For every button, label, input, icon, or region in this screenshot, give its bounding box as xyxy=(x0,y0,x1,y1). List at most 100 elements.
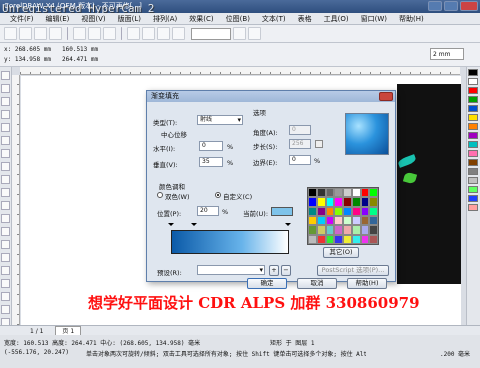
dialog-swatch[interactable] xyxy=(351,197,361,207)
dialog-swatch[interactable] xyxy=(369,188,378,198)
width-value[interactable]: 160.513 mm xyxy=(62,46,98,53)
others-button[interactable]: 其它(O) xyxy=(323,247,359,258)
maximize-button[interactable] xyxy=(444,1,458,11)
gradient-bar[interactable] xyxy=(171,230,289,254)
menu-item[interactable]: 视图(V) xyxy=(75,14,111,24)
dialog-swatch[interactable] xyxy=(360,206,370,216)
menu-item[interactable]: 编辑(E) xyxy=(40,14,76,24)
dialog-swatch[interactable] xyxy=(360,225,370,235)
palette-swatch[interactable] xyxy=(468,186,478,193)
tool-icon[interactable] xyxy=(1,305,10,314)
tool-icon[interactable] xyxy=(1,123,10,132)
dialog-swatch[interactable] xyxy=(325,197,335,207)
dialog-swatch[interactable] xyxy=(360,188,370,198)
height-value[interactable]: 264.471 mm xyxy=(62,56,98,63)
dialog-swatch[interactable] xyxy=(334,197,343,207)
dialog-color-grid[interactable] xyxy=(307,187,379,245)
open-file-icon[interactable] xyxy=(19,27,32,40)
menu-item[interactable]: 窗口(W) xyxy=(355,14,393,24)
dialog-swatch[interactable] xyxy=(351,215,361,226)
two-color-radio[interactable] xyxy=(157,192,163,198)
dialog-swatch[interactable] xyxy=(325,234,335,244)
palette-swatch[interactable] xyxy=(468,123,478,130)
lock-icon[interactable] xyxy=(315,140,323,148)
menu-item[interactable]: 效果(C) xyxy=(183,14,219,24)
dialog-swatch[interactable] xyxy=(308,215,317,226)
palette-swatch[interactable] xyxy=(468,96,478,103)
tool-icon[interactable] xyxy=(1,136,10,145)
dialog-swatch[interactable] xyxy=(308,234,317,244)
palette-swatch[interactable] xyxy=(468,105,478,112)
print-icon[interactable] xyxy=(49,27,62,40)
tool-icon[interactable] xyxy=(1,279,10,288)
menu-item[interactable]: 文本(T) xyxy=(256,14,292,24)
dialog-swatch[interactable] xyxy=(316,188,326,198)
vertical-field[interactable]: 35 xyxy=(199,157,223,167)
help-button[interactable]: 帮助(H) xyxy=(347,278,387,289)
dialog-swatch[interactable] xyxy=(343,234,352,244)
tool-icon[interactable] xyxy=(1,201,10,210)
new-file-icon[interactable] xyxy=(4,27,17,40)
close-button[interactable] xyxy=(460,1,478,11)
angle-field[interactable]: 0 xyxy=(289,125,311,135)
dialog-swatch[interactable] xyxy=(325,215,335,226)
dialog-swatch[interactable] xyxy=(369,197,378,207)
minimize-button[interactable] xyxy=(428,1,442,11)
dialog-swatch[interactable] xyxy=(316,215,326,226)
zoom-select[interactable] xyxy=(191,27,231,40)
tool-icon[interactable] xyxy=(1,110,10,119)
dialog-swatch[interactable] xyxy=(325,206,335,216)
tool-icon[interactable] xyxy=(1,227,10,236)
add-preset-button[interactable]: + xyxy=(269,265,279,276)
menu-item[interactable]: 表格 xyxy=(292,14,318,24)
tool-icon[interactable] xyxy=(1,84,10,93)
dialog-swatch[interactable] xyxy=(343,225,352,235)
dialog-swatch[interactable] xyxy=(343,215,352,226)
dialog-swatch[interactable] xyxy=(316,206,326,216)
palette-swatch[interactable] xyxy=(468,168,478,175)
x-position[interactable]: x: 268.605 mm xyxy=(4,46,51,53)
tool-icon[interactable] xyxy=(1,214,10,223)
tool-icon[interactable] xyxy=(1,188,10,197)
dialog-swatch[interactable] xyxy=(308,188,317,198)
palette-swatch[interactable] xyxy=(468,141,478,148)
dialog-swatch[interactable] xyxy=(334,206,343,216)
palette-swatch[interactable] xyxy=(468,159,478,166)
tool-icon[interactable] xyxy=(1,162,10,171)
type-select[interactable]: 射线 xyxy=(197,115,243,125)
dialog-swatch[interactable] xyxy=(351,225,361,235)
palette-swatch[interactable] xyxy=(468,150,478,157)
dialog-swatch[interactable] xyxy=(360,197,370,207)
menu-item[interactable]: 工具(O) xyxy=(318,14,355,24)
export-icon[interactable] xyxy=(172,27,185,40)
dialog-swatch[interactable] xyxy=(343,206,352,216)
dialog-swatch[interactable] xyxy=(343,197,352,207)
dialog-swatch[interactable] xyxy=(369,225,378,235)
menu-item[interactable]: 位图(B) xyxy=(220,14,256,24)
end-marker-icon[interactable] xyxy=(285,223,291,229)
copy-icon[interactable] xyxy=(88,27,101,40)
remove-preset-button[interactable]: − xyxy=(281,265,291,276)
ok-button[interactable]: 确定 xyxy=(247,278,287,289)
dialog-swatch[interactable] xyxy=(325,188,335,198)
y-position[interactable]: y: 134.958 mm xyxy=(4,56,51,63)
tool-icon[interactable] xyxy=(1,71,10,80)
tool-icon[interactable] xyxy=(1,97,10,106)
palette-swatch[interactable] xyxy=(468,78,478,85)
menu-item[interactable]: 排列(A) xyxy=(147,14,183,24)
dialog-swatch[interactable] xyxy=(316,225,326,235)
dialog-swatch[interactable] xyxy=(360,234,370,244)
palette-swatch[interactable] xyxy=(468,204,478,211)
palette-swatch[interactable] xyxy=(468,87,478,94)
save-icon[interactable] xyxy=(34,27,47,40)
dialog-swatch[interactable] xyxy=(334,225,343,235)
dialog-swatch[interactable] xyxy=(351,188,361,198)
dialog-swatch[interactable] xyxy=(316,197,326,207)
position-field[interactable]: 20 xyxy=(197,206,219,216)
palette-swatch[interactable] xyxy=(468,114,478,121)
start-marker-icon[interactable] xyxy=(168,223,174,229)
palette-swatch[interactable] xyxy=(468,177,478,184)
dialog-swatch[interactable] xyxy=(351,234,361,244)
cut-icon[interactable] xyxy=(73,27,86,40)
tool-icon[interactable] xyxy=(1,253,10,262)
